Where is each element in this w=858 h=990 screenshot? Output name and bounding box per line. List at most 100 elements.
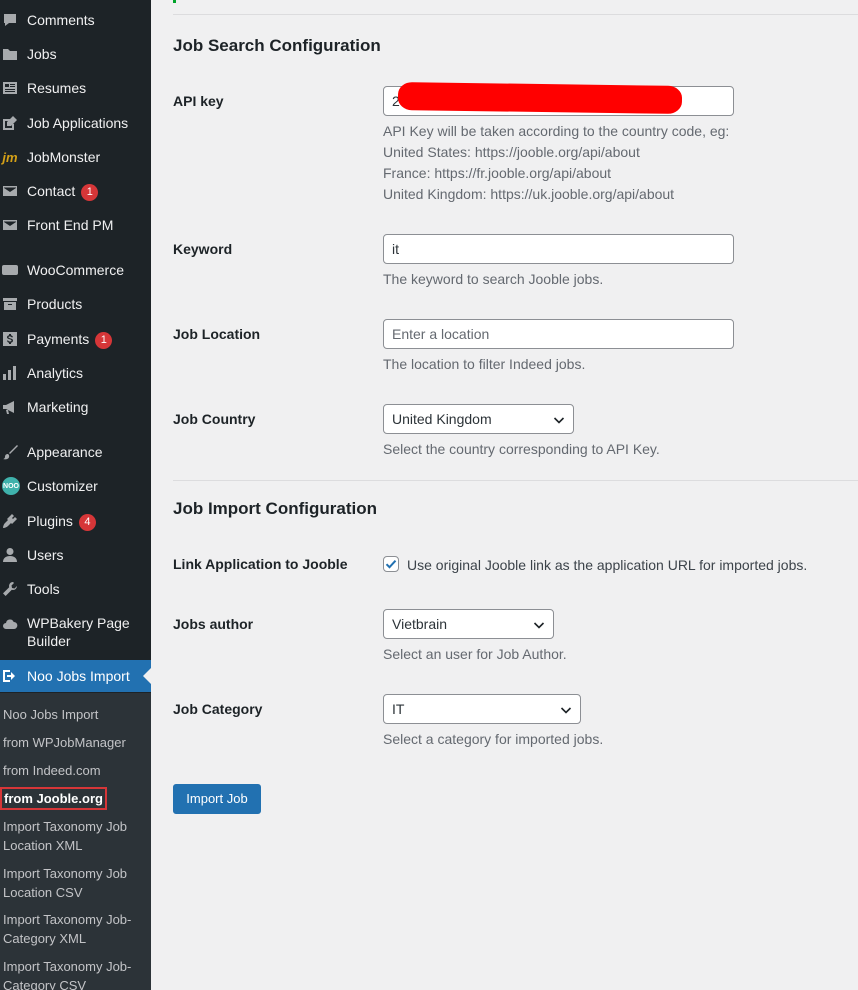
menu-label: Contact	[27, 182, 76, 199]
api-key-desc-line: API Key will be taken according to the c…	[383, 123, 730, 139]
menu-label: JobMonster	[27, 149, 101, 165]
plugin-icon	[2, 513, 18, 529]
category-description: Select a category for imported jobs.	[383, 731, 604, 747]
menu-appearance[interactable]: Appearance	[0, 436, 151, 468]
menu-noo-jobs-import[interactable]: Noo Jobs Import	[0, 660, 151, 692]
menu-label: Users	[27, 547, 64, 563]
menu-label: Tools	[27, 581, 60, 597]
category-select-value: IT	[392, 701, 405, 717]
edit-icon	[2, 115, 18, 131]
menu-label: Marketing	[27, 399, 89, 415]
submenu-item-current[interactable]: from Jooble.org	[0, 787, 107, 810]
submenu-item[interactable]: Import Taxonomy Job Location CSV	[3, 864, 148, 902]
author-select[interactable]: Vietbrain	[383, 609, 554, 639]
link-application-text: Use original Jooble link as the applicat…	[407, 557, 808, 573]
menu-customizer[interactable]: NOO Customizer	[0, 470, 151, 502]
main-content: Job Search Configuration API key API Key…	[151, 0, 858, 990]
author-select-value: Vietbrain	[392, 616, 448, 632]
keyword-description: The keyword to search Jooble jobs.	[383, 271, 604, 287]
submenu-item[interactable]: Import Taxonomy Job-Category CSV	[3, 957, 148, 990]
submenu-item[interactable]: from Indeed.com	[3, 761, 148, 780]
chevron-down-icon	[553, 417, 565, 424]
menu-resumes[interactable]: Resumes	[0, 72, 151, 104]
menu-label: Products	[27, 296, 83, 312]
menu-comments[interactable]: Comments	[0, 4, 151, 36]
submenu-item[interactable]: Import Taxonomy Job-Category XML	[3, 910, 148, 948]
submenu-item[interactable]: Import Taxonomy Job Location XML	[3, 817, 148, 855]
redaction-mark	[397, 82, 683, 114]
chevron-down-icon	[533, 622, 545, 629]
menu-label: Plugins	[27, 512, 73, 529]
menu-wpbakery[interactable]: WPBakery Page Builder	[0, 610, 151, 654]
location-input[interactable]	[383, 319, 734, 349]
keyword-label: Keyword	[173, 241, 233, 257]
location-description: The location to filter Indeed jobs.	[383, 356, 586, 372]
menu-jobs[interactable]: Jobs	[0, 38, 151, 70]
link-application-label: Link Application to Jooble	[173, 556, 348, 572]
country-description: Select the country corresponding to API …	[383, 441, 660, 457]
import-icon	[2, 668, 18, 684]
chevron-down-icon	[560, 707, 572, 714]
notification-badge: 1	[95, 331, 113, 349]
menu-job-applications[interactable]: Job Applications	[0, 107, 151, 139]
menu-label: Payments	[27, 330, 90, 347]
comment-icon	[2, 12, 18, 28]
wrench-icon	[2, 581, 18, 597]
section-title-search: Job Search Configuration	[173, 36, 381, 55]
checkmark-icon	[385, 560, 397, 569]
submenu-item[interactable]: from WPJobManager	[3, 733, 148, 752]
menu-label: Analytics	[27, 365, 84, 381]
author-label: Jobs author	[173, 616, 254, 632]
menu-tools[interactable]: Tools	[0, 573, 151, 605]
menu-analytics[interactable]: Analytics	[0, 357, 151, 389]
menu-plugins[interactable]: Plugins 4	[0, 505, 151, 537]
api-key-description: API Key will be taken according to the c…	[383, 121, 729, 205]
menu-contact[interactable]: Contact 1	[0, 175, 151, 207]
dollar-icon	[2, 331, 18, 347]
menu-label: Customizer	[27, 478, 98, 494]
api-key-desc-line: United States: https://jooble.org/api/ab…	[383, 144, 640, 160]
menu-products[interactable]: Products	[0, 288, 151, 320]
menu-marketing[interactable]: Marketing	[0, 391, 151, 423]
noo-logo-icon: NOO	[2, 477, 20, 495]
menu-payments[interactable]: Payments 1	[0, 323, 151, 355]
user-icon	[2, 547, 18, 563]
chart-bar-icon	[2, 365, 18, 381]
api-key-desc-line: United Kingdom: https://uk.jooble.org/ap…	[383, 186, 675, 202]
notification-badge: 4	[78, 513, 96, 531]
folder-icon	[2, 46, 18, 62]
mail-icon	[2, 217, 18, 233]
notification-badge: 1	[81, 183, 99, 201]
category-select[interactable]: IT	[383, 694, 581, 724]
divider	[173, 14, 858, 15]
menu-label: Resumes	[27, 80, 87, 96]
resume-icon	[2, 80, 18, 96]
keyword-input[interactable]	[383, 234, 734, 264]
menu-label: Jobs	[27, 46, 57, 62]
category-label: Job Category	[173, 701, 263, 717]
import-job-button[interactable]: Import Job	[173, 784, 261, 814]
archive-icon	[2, 296, 18, 312]
brush-icon	[2, 444, 18, 460]
api-key-desc-line: France: https://fr.jooble.org/api/about	[383, 165, 612, 181]
cloud-icon	[2, 616, 18, 632]
menu-front-end-pm[interactable]: Front End PM	[0, 209, 151, 241]
megaphone-icon	[2, 399, 18, 415]
notice-edge	[173, 0, 176, 3]
mail-icon	[2, 183, 18, 199]
menu-users[interactable]: Users	[0, 539, 151, 571]
menu-label: WooCommerce	[27, 262, 124, 278]
api-key-label: API key	[173, 93, 224, 109]
menu-label: WPBakery Page Builder	[27, 615, 130, 649]
menu-label: Appearance	[27, 444, 103, 460]
admin-sidebar: Comments Jobs Resumes Job Applications j…	[0, 0, 151, 990]
menu-label: Comments	[27, 12, 95, 28]
jm-logo-icon: jm	[2, 149, 18, 165]
submenu-item[interactable]: Noo Jobs Import	[3, 705, 148, 724]
menu-jobmonster[interactable]: jm JobMonster	[0, 141, 151, 173]
link-application-checkbox[interactable]	[383, 556, 399, 572]
country-select[interactable]: United Kingdom	[383, 404, 574, 434]
menu-woocommerce[interactable]: WooCommerce	[0, 254, 151, 286]
author-description: Select an user for Job Author.	[383, 646, 567, 662]
divider	[173, 480, 858, 481]
